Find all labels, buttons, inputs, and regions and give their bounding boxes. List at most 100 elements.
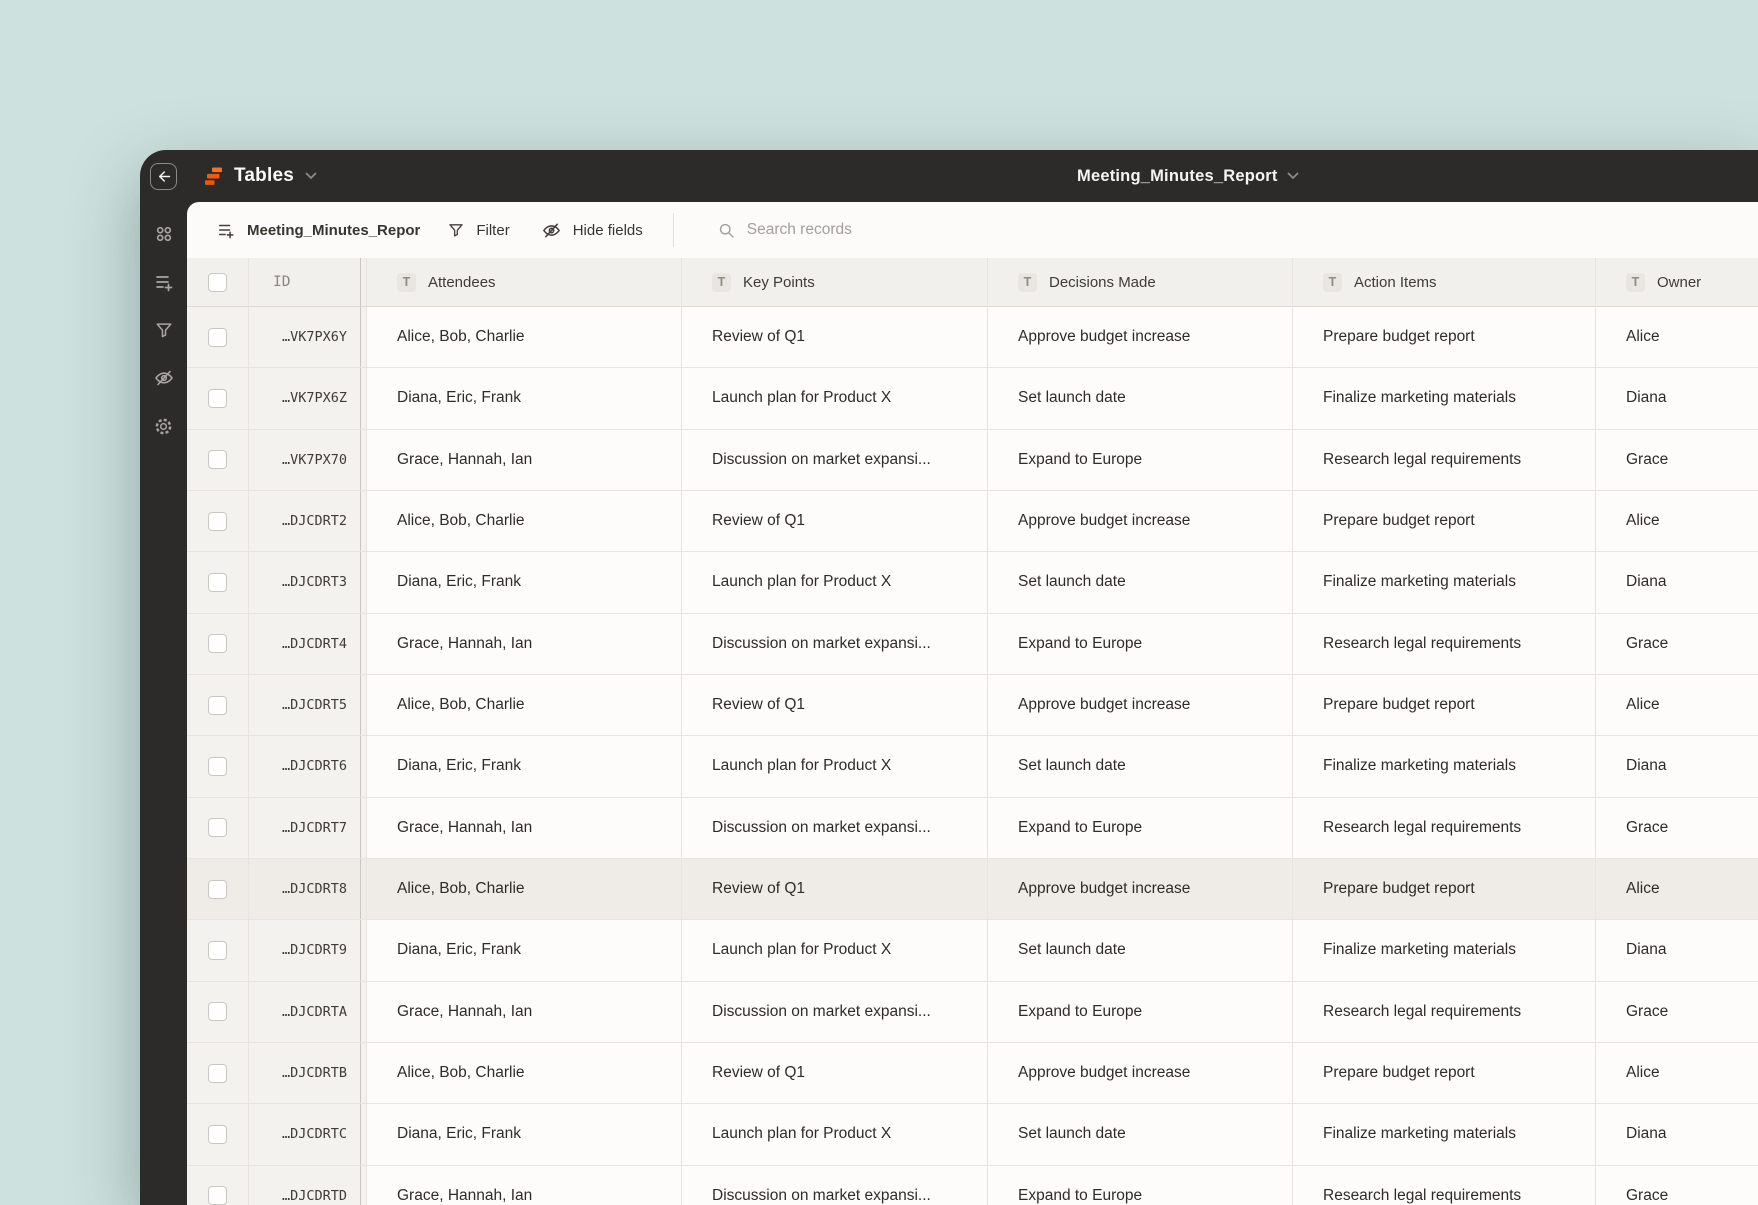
row-checkbox[interactable] — [208, 1063, 227, 1083]
cell-action_items[interactable]: Research legal requirements — [1292, 429, 1595, 490]
cell-owner[interactable]: Grace — [1595, 797, 1758, 858]
column-header-action_items[interactable]: T Action Items — [1292, 258, 1595, 307]
settings-icon[interactable] — [154, 416, 174, 436]
cell-action_items[interactable]: Research legal requirements — [1292, 797, 1595, 858]
cell-decisions_made[interactable]: Approve budget increase — [987, 674, 1292, 736]
cell-id[interactable]: …DJCDRTA — [248, 981, 360, 1042]
select-all-checkbox[interactable] — [208, 272, 227, 292]
cell-id[interactable]: …VK7PX70 — [248, 429, 360, 490]
cell-attendees[interactable]: Diana, Eric, Frank — [366, 368, 681, 429]
cell-id[interactable]: …DJCDRT4 — [248, 613, 360, 674]
cell-decisions_made[interactable]: Approve budget increase — [987, 858, 1292, 920]
cell-action_items[interactable]: Finalize marketing materials — [1292, 552, 1595, 613]
row-checkbox[interactable] — [208, 1002, 227, 1022]
cell-action_items[interactable]: Prepare budget report — [1292, 307, 1595, 368]
filter-button[interactable]: Filter — [448, 222, 510, 239]
cell-decisions_made[interactable]: Approve budget increase — [987, 307, 1292, 368]
cell-attendees[interactable]: Alice, Bob, Charlie — [366, 490, 681, 552]
column-header-key_points[interactable]: T Key Points — [681, 258, 987, 307]
cell-action_items[interactable]: Research legal requirements — [1292, 613, 1595, 674]
cell-attendees[interactable]: Diana, Eric, Frank — [366, 920, 681, 981]
row-select-cell[interactable] — [187, 736, 248, 797]
row-select-cell[interactable] — [187, 1042, 248, 1104]
cell-key_points[interactable]: Launch plan for Product X — [681, 368, 987, 429]
cell-owner[interactable]: Grace — [1595, 981, 1758, 1042]
row-checkbox[interactable] — [208, 511, 227, 531]
cell-key_points[interactable]: Review of Q1 — [681, 674, 987, 736]
cell-action_items[interactable]: Finalize marketing materials — [1292, 920, 1595, 981]
row-select-cell[interactable] — [187, 368, 248, 429]
cell-owner[interactable]: Diana — [1595, 1104, 1758, 1165]
cell-attendees[interactable]: Grace, Hannah, Ian — [366, 797, 681, 858]
cell-key_points[interactable]: Review of Q1 — [681, 1042, 987, 1104]
cell-id[interactable]: …DJCDRT2 — [248, 490, 360, 552]
select-all-cell[interactable] — [187, 258, 248, 307]
cell-key_points[interactable]: Discussion on market expansi... — [681, 1165, 987, 1205]
cell-id[interactable]: …DJCDRT5 — [248, 674, 360, 736]
cell-key_points[interactable]: Discussion on market expansi... — [681, 981, 987, 1042]
cell-owner[interactable]: Diana — [1595, 368, 1758, 429]
search-input[interactable] — [746, 221, 967, 239]
cell-attendees[interactable]: Grace, Hannah, Ian — [366, 429, 681, 490]
cell-decisions_made[interactable]: Set launch date — [987, 1104, 1292, 1165]
column-header-owner[interactable]: T Owner — [1595, 258, 1758, 307]
create-view-icon[interactable] — [154, 272, 174, 292]
cell-owner[interactable]: Grace — [1595, 613, 1758, 674]
row-checkbox[interactable] — [208, 879, 227, 899]
row-checkbox[interactable] — [208, 388, 227, 408]
apps-icon[interactable] — [154, 224, 174, 244]
row-checkbox[interactable] — [208, 695, 227, 715]
row-checkbox[interactable] — [208, 818, 227, 838]
row-checkbox[interactable] — [208, 572, 227, 592]
cell-attendees[interactable]: Alice, Bob, Charlie — [366, 674, 681, 736]
hide-fields-icon[interactable] — [154, 368, 174, 388]
column-header-attendees[interactable]: T Attendees — [366, 258, 681, 307]
row-select-cell[interactable] — [187, 490, 248, 552]
row-checkbox[interactable] — [208, 1186, 227, 1205]
cell-attendees[interactable]: Grace, Hannah, Ian — [366, 981, 681, 1042]
row-select-cell[interactable] — [187, 613, 248, 674]
cell-owner[interactable]: Grace — [1595, 1165, 1758, 1205]
cell-attendees[interactable]: Diana, Eric, Frank — [366, 1104, 681, 1165]
cell-key_points[interactable]: Review of Q1 — [681, 307, 987, 368]
cell-action_items[interactable]: Finalize marketing materials — [1292, 1104, 1595, 1165]
cell-key_points[interactable]: Launch plan for Product X — [681, 920, 987, 981]
row-checkbox[interactable] — [208, 634, 227, 654]
cell-action_items[interactable]: Finalize marketing materials — [1292, 368, 1595, 429]
cell-decisions_made[interactable]: Set launch date — [987, 552, 1292, 613]
cell-decisions_made[interactable]: Approve budget increase — [987, 1042, 1292, 1104]
row-checkbox[interactable] — [208, 756, 227, 776]
cell-decisions_made[interactable]: Expand to Europe — [987, 1165, 1292, 1205]
row-checkbox[interactable] — [208, 1124, 227, 1144]
cell-action_items[interactable]: Prepare budget report — [1292, 858, 1595, 920]
cell-owner[interactable]: Diana — [1595, 552, 1758, 613]
cell-decisions_made[interactable]: Set launch date — [987, 368, 1292, 429]
table-title-dropdown[interactable]: Meeting_Minutes_Report — [1077, 150, 1299, 202]
cell-id[interactable]: …DJCDRTB — [248, 1042, 360, 1104]
cell-attendees[interactable]: Grace, Hannah, Ian — [366, 613, 681, 674]
cell-decisions_made[interactable]: Expand to Europe — [987, 981, 1292, 1042]
cell-owner[interactable]: Diana — [1595, 920, 1758, 981]
row-select-cell[interactable] — [187, 429, 248, 490]
cell-attendees[interactable]: Alice, Bob, Charlie — [366, 1042, 681, 1104]
cell-owner[interactable]: Alice — [1595, 307, 1758, 368]
cell-attendees[interactable]: Diana, Eric, Frank — [366, 552, 681, 613]
cell-id[interactable]: …DJCDRTD — [248, 1165, 360, 1205]
cell-key_points[interactable]: Discussion on market expansi... — [681, 429, 987, 490]
cell-owner[interactable]: Alice — [1595, 1042, 1758, 1104]
column-header-decisions_made[interactable]: T Decisions Made — [987, 258, 1292, 307]
cell-action_items[interactable]: Prepare budget report — [1292, 674, 1595, 736]
cell-decisions_made[interactable]: Expand to Europe — [987, 797, 1292, 858]
row-select-cell[interactable] — [187, 674, 248, 736]
column-header-id[interactable]: ID — [248, 258, 360, 307]
cell-key_points[interactable]: Launch plan for Product X — [681, 1104, 987, 1165]
cell-decisions_made[interactable]: Set launch date — [987, 920, 1292, 981]
cell-owner[interactable]: Alice — [1595, 858, 1758, 920]
cell-attendees[interactable]: Diana, Eric, Frank — [366, 736, 681, 797]
cell-owner[interactable]: Diana — [1595, 736, 1758, 797]
row-select-cell[interactable] — [187, 307, 248, 368]
cell-action_items[interactable]: Prepare budget report — [1292, 490, 1595, 552]
row-checkbox[interactable] — [208, 940, 227, 960]
row-checkbox[interactable] — [208, 450, 227, 470]
cell-key_points[interactable]: Review of Q1 — [681, 490, 987, 552]
